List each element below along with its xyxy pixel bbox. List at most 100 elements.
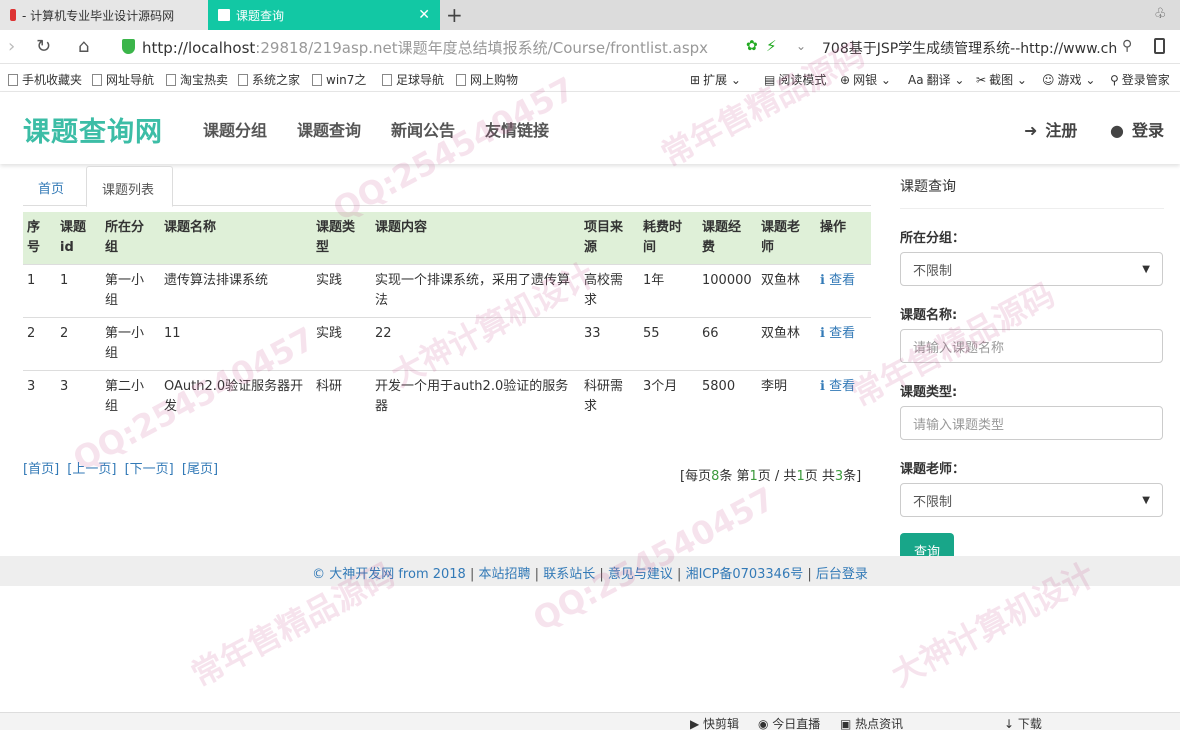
extensions-button[interactable]: ⊞ 扩展 ⌄ <box>690 71 741 88</box>
site-logo[interactable]: 课题查询网 <box>23 110 163 149</box>
games-button[interactable]: ☺ 游戏 ⌄ <box>1042 71 1095 88</box>
column-header: 所在分组 <box>101 212 160 265</box>
teacher-select[interactable]: 不限制 ▼ <box>900 483 1163 517</box>
home-icon[interactable]: ⌂ <box>78 36 89 57</box>
cell: 开发一个用于auth2.0验证的服务器 <box>371 370 580 423</box>
view-link[interactable]: ℹ 查看 <box>820 273 855 288</box>
online-bank-button[interactable]: ⊕ 网银 ⌄ <box>840 71 891 88</box>
column-header: 课题类型 <box>312 212 371 265</box>
footer-link-contact[interactable]: 联系站长 <box>543 567 595 582</box>
tab-topic-list[interactable]: 课题列表 <box>86 166 173 207</box>
site-footer: © 大神开发网 from 2018 | 本站招聘 | 联系站长 | 意见与建议 … <box>0 556 1180 586</box>
cell: ℹ 查看 <box>816 370 871 423</box>
bookmark-item[interactable]: 淘宝热卖 <box>166 71 228 88</box>
nav-item-groups[interactable]: 课题分组 <box>203 117 267 141</box>
extension-icon[interactable]: ✿ <box>746 38 758 54</box>
search-engine-box[interactable]: 708基于JSP学生成绩管理系统--http://www.ch <box>822 38 1122 58</box>
bookmark-item[interactable]: 网址导航 <box>92 71 154 88</box>
caret-down-icon: ▼ <box>1142 494 1150 506</box>
info-icon: ℹ <box>820 273 830 288</box>
browser-tab-query[interactable]: 课题查询 ✕ <box>208 0 440 30</box>
cell: 第一小组 <box>101 317 160 371</box>
nav-item-links[interactable]: 友情链接 <box>485 117 549 141</box>
topic-type-input[interactable]: 请输入课题类型 <box>900 406 1163 440</box>
pager-last[interactable]: [尾页] <box>182 462 218 477</box>
topic-table: 序号 课题id 所在分组 课题名称 课题类型 课题内容 项目来源 耗费时间 课题… <box>23 212 871 423</box>
footer-link-icp[interactable]: 湘ICP备0703346号 <box>686 567 804 582</box>
register-link[interactable]: ➜ 注册 <box>1024 117 1077 141</box>
cell: ℹ 查看 <box>816 264 871 318</box>
cell: 2 <box>23 317 56 371</box>
query-panel: 课题查询 所在分组： 不限制 ▼ 课题名称: 请输入课题名称 课题类型: 请输入课… <box>900 166 1164 567</box>
footer-link-feedback[interactable]: 意见与建议 <box>608 567 673 582</box>
puzzle-icon: ⊞ <box>690 73 701 87</box>
reload-icon[interactable]: ↻ <box>36 36 51 57</box>
book-icon: ▤ <box>764 73 776 87</box>
status-download[interactable]: ↓ 下载 <box>1004 715 1042 732</box>
footer-link-jobs[interactable]: 本站招聘 <box>479 567 531 582</box>
login-link[interactable]: ● 登录 <box>1110 117 1164 141</box>
topic-name-input[interactable]: 请输入课题名称 <box>900 329 1163 363</box>
reading-mode-button[interactable]: ▤ 阅读模式 <box>764 71 826 88</box>
translate-button[interactable]: Aa 翻译 ⌄ <box>908 71 964 88</box>
search-icon[interactable]: ⚲ <box>1122 38 1132 54</box>
cell: 双鱼林 <box>757 317 816 371</box>
page-icon <box>166 74 176 86</box>
cell: 22 <box>371 317 580 371</box>
status-news[interactable]: ▣ 热点资讯 <box>840 715 903 732</box>
user-icon: ● <box>1110 121 1124 140</box>
cell: 33 <box>580 317 639 371</box>
bookmark-item[interactable]: 足球导航 <box>382 71 444 88</box>
shirt-icon[interactable]: ♧ <box>1154 6 1172 24</box>
cell: 第二小组 <box>101 370 160 423</box>
tab-home[interactable]: 首页 <box>23 166 79 206</box>
bookmark-item[interactable]: 系统之家 <box>238 71 300 88</box>
phone-icon[interactable] <box>1154 38 1165 54</box>
pager-first[interactable]: [首页] <box>23 462 59 477</box>
cell: 100000 <box>698 264 757 318</box>
nav-item-query[interactable]: 课题查询 <box>297 117 361 141</box>
sign-in-icon: ➜ <box>1024 121 1038 140</box>
globe-icon: ⊕ <box>840 73 851 87</box>
group-select[interactable]: 不限制 ▼ <box>900 252 1163 286</box>
cell: 66 <box>698 317 757 371</box>
pager-prev[interactable]: [上一页] <box>67 462 116 477</box>
login-manager-button[interactable]: ⚲ 登录管家 <box>1110 71 1170 88</box>
pager-next[interactable]: [下一页] <box>125 462 174 477</box>
new-tab-button[interactable]: + <box>446 3 463 27</box>
caret-down-icon: ▼ <box>1142 263 1150 275</box>
lightning-icon[interactable]: ⚡ <box>766 37 777 55</box>
cell: 双鱼林 <box>757 264 816 318</box>
page-info: [每页8条 第1页 / 共1页 共3条] <box>680 469 862 484</box>
cell: ℹ 查看 <box>816 317 871 371</box>
key-icon: ⚲ <box>1110 73 1119 87</box>
screenshot-button[interactable]: ✂ 截图 ⌄ <box>976 71 1027 88</box>
column-header: 课题id <box>56 212 101 265</box>
copyright-link[interactable]: © 大神开发网 from 2018 <box>312 567 466 582</box>
url-field[interactable]: http://localhost:29818/219asp.net课题年度总结填… <box>142 37 708 58</box>
close-tab-icon[interactable]: ✕ <box>418 7 430 23</box>
cell: 3 <box>56 370 101 423</box>
bookmark-item[interactable]: win7之 <box>312 71 366 88</box>
nav-item-news[interactable]: 新闻公告 <box>391 117 455 141</box>
column-header: 操作 <box>816 212 871 265</box>
cell: 实践 <box>312 317 371 371</box>
view-link[interactable]: ℹ 查看 <box>820 326 855 341</box>
footer-link-admin[interactable]: 后台登录 <box>816 567 868 582</box>
forward-icon[interactable]: › <box>8 36 15 57</box>
bookmarks-bar: 手机收藏夹 网址导航 淘宝热卖 系统之家 win7之 足球导航 网上购物 ⊞ 扩展… <box>0 64 1180 92</box>
name-label: 课题名称: <box>900 308 958 323</box>
cell: 5800 <box>698 370 757 423</box>
cell: 第一小组 <box>101 264 160 318</box>
dropdown-chevron-icon[interactable]: ⌄ <box>796 39 806 53</box>
page-icon <box>456 74 466 86</box>
bookmark-item[interactable]: 网上购物 <box>456 71 518 88</box>
browser-tab-source-site[interactable]: - 计算机专业毕业设计源码网 <box>0 0 208 30</box>
bookmark-icon <box>8 74 18 86</box>
view-link[interactable]: ℹ 查看 <box>820 379 855 394</box>
status-live[interactable]: ◉ 今日直播 <box>758 715 820 732</box>
column-header: 课题经费 <box>698 212 757 265</box>
translate-icon: Aa <box>908 73 924 87</box>
status-quick-edit[interactable]: ▶ 快剪辑 <box>690 715 739 732</box>
bookmark-item[interactable]: 手机收藏夹 <box>8 71 82 88</box>
